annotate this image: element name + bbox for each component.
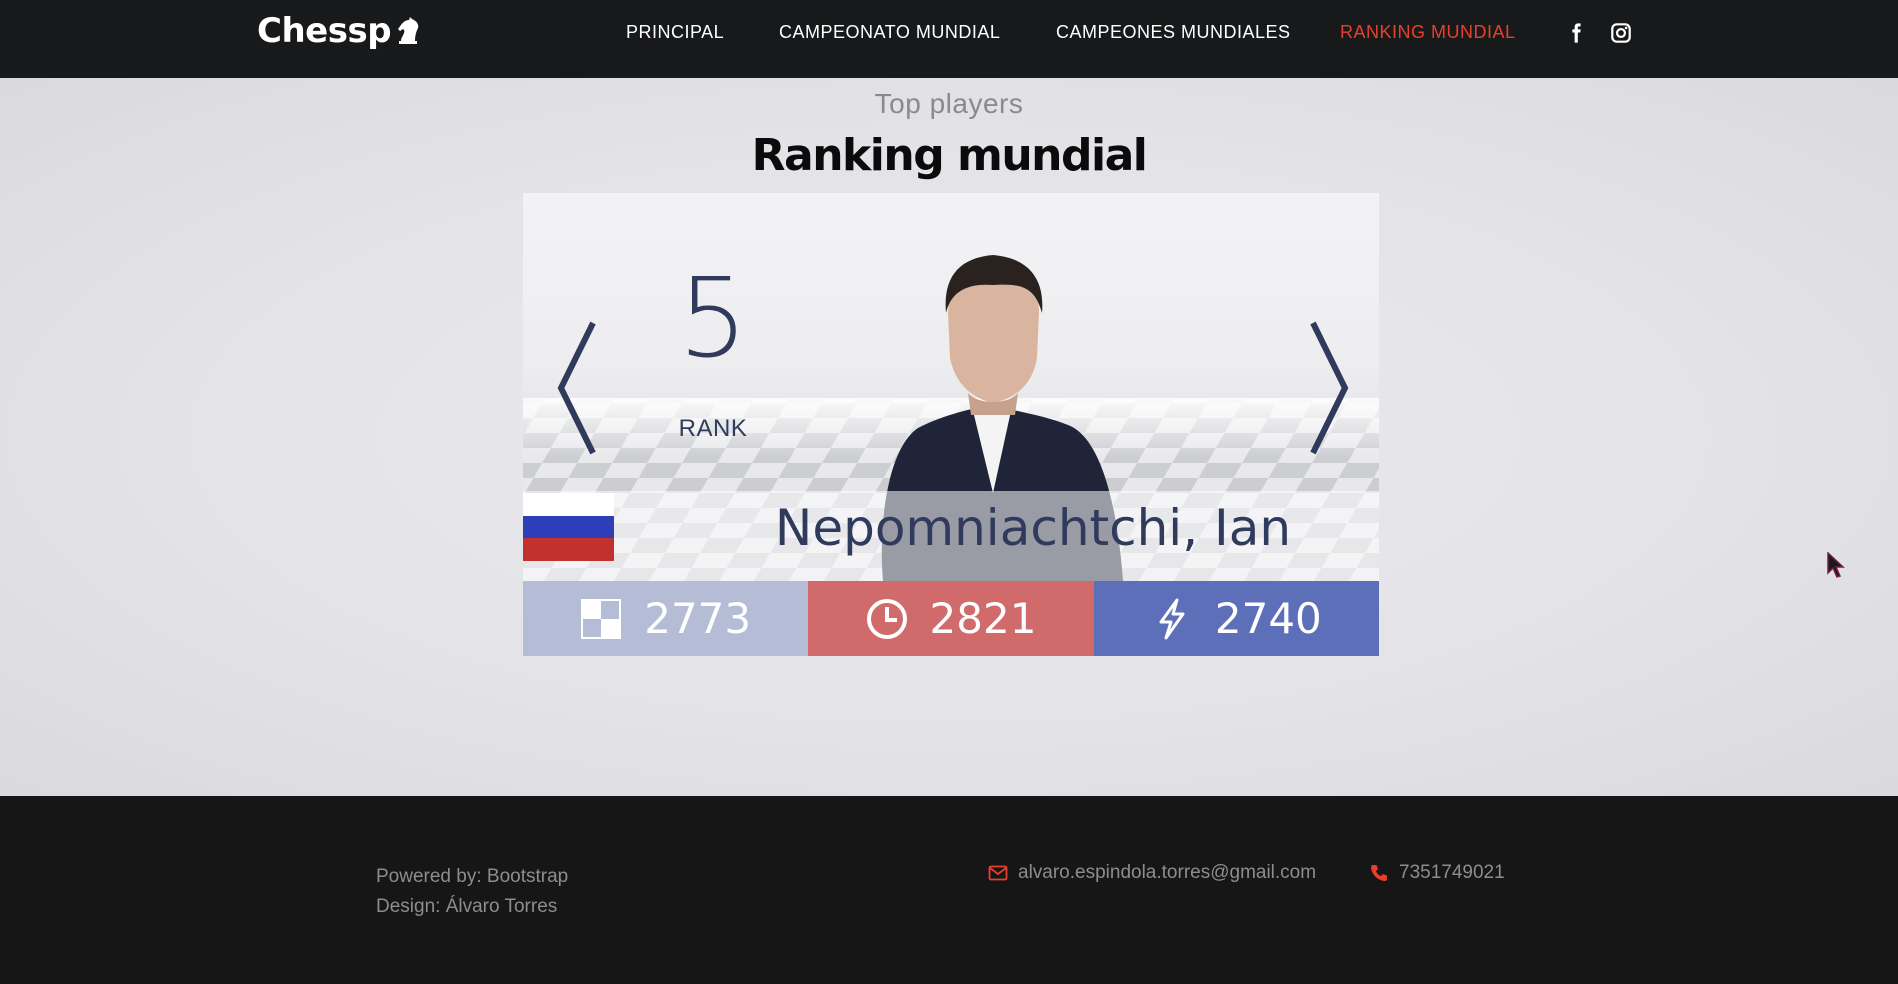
clock-icon: [866, 598, 907, 639]
page-title: Ranking mundial: [751, 130, 1148, 181]
russia-flag-icon: [523, 493, 614, 561]
section-eyebrow: Top players: [874, 88, 1024, 119]
player-photo: 5 RANK Nepomniachtchi, Ian: [523, 193, 1379, 581]
rank-label: RANK: [678, 415, 748, 442]
envelope-icon: [988, 865, 1008, 881]
footer-phone: 7351749021: [1399, 862, 1505, 883]
stat-blitz-value: 2740: [1214, 594, 1322, 643]
nav-campeonato-mundial[interactable]: CAMPEONATO MUNDIAL: [779, 22, 1000, 43]
mouse-cursor-icon: [1827, 552, 1845, 578]
stat-blitz: 2740: [1093, 581, 1379, 656]
main-nav: PRINCIPAL CAMPEONATO MUNDIAL CAMPEONES M…: [0, 0, 1898, 66]
footer-email-link[interactable]: alvaro.espindola.torres@gmail.com: [988, 862, 1316, 884]
site-footer: Powered by: Bootstrap Design: Álvaro Tor…: [0, 796, 1898, 984]
footer-design: Design: Álvaro Torres: [376, 896, 558, 917]
footer-phone-link[interactable]: 7351749021: [1369, 862, 1505, 884]
footer-powered-by: Powered by: Bootstrap: [376, 866, 569, 887]
facebook-icon[interactable]: [1565, 22, 1587, 44]
rank-number: 5: [678, 254, 748, 382]
player-carousel-card: 5 RANK Nepomniachtchi, Ian 2773 2821 274…: [523, 193, 1379, 656]
player-name: Nepomniachtchi, Ian: [774, 499, 1292, 557]
stat-rapid: 2821: [808, 581, 1094, 656]
carousel-next-arrow[interactable]: [1303, 318, 1353, 458]
phone-icon: [1371, 865, 1387, 881]
top-navbar: Chessp PRINCIPAL CAMPEONATO MUNDIAL CAMP…: [0, 0, 1898, 78]
standard-board-icon: [581, 598, 622, 639]
stat-standard-value: 2773: [644, 594, 752, 643]
carousel-prev-arrow[interactable]: [553, 318, 603, 458]
footer-email: alvaro.espindola.torres@gmail.com: [1018, 862, 1317, 883]
stat-rapid-value: 2821: [929, 594, 1037, 643]
nav-principal[interactable]: PRINCIPAL: [626, 22, 724, 43]
instagram-icon[interactable]: [1610, 22, 1632, 44]
footer-credits: Powered by: Bootstrap Design: Álvaro Tor…: [376, 862, 568, 922]
nav-campeones-mundiales[interactable]: CAMPEONES MUNDIALES: [1056, 22, 1291, 43]
rating-stats: 2773 2821 2740: [523, 581, 1379, 656]
nav-ranking-mundial[interactable]: RANKING MUNDIAL: [1340, 22, 1516, 43]
lightning-icon: [1159, 598, 1185, 639]
stat-standard: 2773: [523, 581, 809, 656]
